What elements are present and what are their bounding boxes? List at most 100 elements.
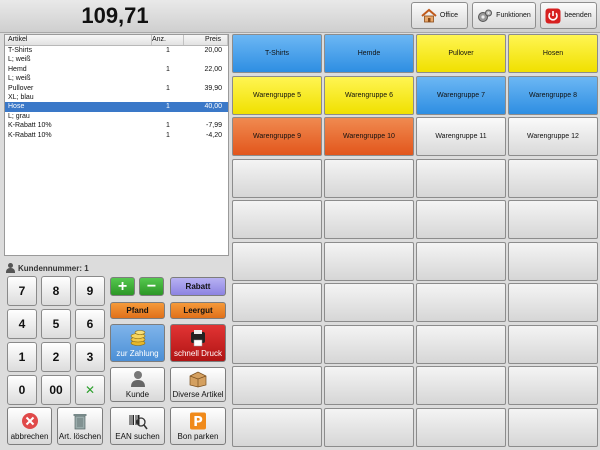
bon-parken-button[interactable]: P Bon parken (170, 407, 226, 445)
empty-tile[interactable] (232, 200, 322, 239)
receipt-row[interactable]: XL; blau (5, 93, 228, 102)
empty-tile[interactable] (508, 324, 598, 364)
key-clear[interactable]: ✕ (75, 375, 105, 405)
receipt-cell-artikel: L; weiß (8, 75, 31, 83)
abbrechen-label: abbrechen (10, 431, 49, 441)
empty-tile[interactable] (324, 200, 414, 239)
key-4[interactable]: 4 (7, 309, 37, 339)
product-group-tile[interactable]: Warengruppe 10 (324, 117, 414, 156)
receipt-row[interactable]: K-Rabatt 10% 1 -7,99 (5, 121, 228, 130)
kunde-button[interactable]: Kunde (110, 367, 165, 402)
receipt-row[interactable]: Hose 1 40,00 (5, 102, 228, 112)
empty-tile[interactable] (324, 324, 414, 364)
zur-zahlung-button[interactable]: zur Zahlung (110, 324, 165, 362)
receipt-cell-preis (184, 93, 228, 102)
empty-tile[interactable] (232, 366, 322, 405)
receipt-cell-preis: 40,00 (204, 103, 222, 111)
beenden-button[interactable]: beenden (540, 2, 597, 29)
empty-tile[interactable] (232, 407, 322, 447)
product-group-tile[interactable]: Hosen (508, 34, 598, 73)
empty-tile[interactable] (232, 158, 322, 198)
empty-tile[interactable] (508, 200, 598, 239)
receipt-cell-artikel: Hose (8, 103, 25, 111)
plus-button[interactable]: + (110, 277, 135, 296)
rabatt-button[interactable]: Rabatt (170, 277, 226, 296)
empty-tile[interactable] (324, 407, 414, 447)
key-1[interactable]: 1 (7, 342, 37, 372)
box-icon (188, 370, 208, 388)
minus-button[interactable]: − (139, 277, 164, 296)
product-group-tile[interactable]: Warengruppe 8 (508, 75, 598, 115)
leergut-button[interactable]: Leergut (170, 302, 226, 319)
customer-label: Kundennummer: 1 (18, 263, 89, 273)
receipt-cell-artikel: K-Rabatt 10% (8, 131, 52, 139)
receipt-row[interactable]: T-Shirts 1 20,00 (5, 46, 228, 55)
receipt-cell-preis (184, 74, 228, 83)
office-button[interactable]: Office (411, 2, 468, 29)
art-loeschen-button[interactable]: Art. löschen (57, 407, 103, 445)
product-group-tile[interactable]: Warengruppe 5 (232, 75, 322, 115)
empty-tile[interactable] (416, 200, 506, 239)
receipt-cell-anz: 1 (166, 131, 170, 139)
product-group-tile[interactable]: Warengruppe 7 (416, 75, 506, 115)
empty-tile[interactable] (416, 241, 506, 281)
empty-tile[interactable] (232, 241, 322, 281)
empty-tile[interactable] (508, 158, 598, 198)
product-group-tile[interactable]: Hemde (324, 34, 414, 73)
key-0[interactable]: 0 (7, 375, 37, 405)
receipt-row[interactable]: Pullover 1 39,90 (5, 84, 228, 93)
empty-tile[interactable] (416, 158, 506, 198)
diverse-artikel-button[interactable]: Diverse Artikel (170, 367, 226, 402)
empty-tile[interactable] (508, 241, 598, 281)
product-group-tile[interactable]: Pullover (416, 34, 506, 73)
receipt-cell-preis (184, 112, 228, 121)
product-group-tile[interactable]: Warengruppe 6 (324, 75, 414, 115)
receipt-total: 109,71 (81, 3, 149, 28)
abbrechen-button[interactable]: abbrechen (7, 407, 52, 445)
product-group-tile[interactable]: Warengruppe 9 (232, 117, 322, 156)
receipt-cell-anz: 1 (166, 122, 170, 130)
receipt-row[interactable]: L; weiß (5, 74, 228, 83)
product-group-tile[interactable]: Warengruppe 11 (416, 117, 506, 156)
receipt-list[interactable]: Artikel Anz. Preis T-Shirts 1 20,00 L; weiß… (4, 34, 229, 256)
ean-suchen-button[interactable]: EAN suchen (110, 407, 165, 445)
receipt-cell-anz: 1 (166, 103, 170, 111)
receipt-cell-artikel: L; weiß (8, 56, 31, 64)
empty-tile[interactable] (508, 366, 598, 405)
receipt-cell-preis: 39,90 (204, 84, 222, 92)
power-icon (545, 8, 561, 24)
receipt-header: Artikel Anz. Preis (5, 35, 228, 46)
empty-tile[interactable] (324, 366, 414, 405)
empty-tile[interactable] (416, 366, 506, 405)
product-group-tile[interactable]: Warengruppe 12 (508, 117, 598, 156)
beenden-label: beenden (564, 12, 592, 19)
empty-tile[interactable] (324, 158, 414, 198)
key-7[interactable]: 7 (7, 276, 37, 306)
empty-tile[interactable] (416, 324, 506, 364)
empty-tile[interactable] (232, 283, 322, 322)
product-group-tile[interactable]: T-Shirts (232, 34, 322, 73)
empty-tile[interactable] (508, 407, 598, 447)
key-00[interactable]: 00 (41, 375, 71, 405)
key-6[interactable]: 6 (75, 309, 105, 339)
empty-tile[interactable] (416, 407, 506, 447)
key-3[interactable]: 3 (75, 342, 105, 372)
empty-tile[interactable] (324, 283, 414, 322)
receipt-row[interactable]: L; weiß (5, 55, 228, 64)
key-2[interactable]: 2 (41, 342, 71, 372)
schnell-druck-button[interactable]: schnell Druck (170, 324, 226, 362)
receipt-row[interactable]: L; grau (5, 112, 228, 121)
empty-tile[interactable] (508, 283, 598, 322)
pfand-button[interactable]: Pfand (110, 302, 165, 319)
receipt-row[interactable]: Hemd 1 22,00 (5, 65, 228, 74)
column-preis: Preis (184, 35, 228, 45)
funktionen-button[interactable]: Funktionen (472, 2, 536, 29)
key-9[interactable]: 9 (75, 276, 105, 306)
empty-tile[interactable] (232, 324, 322, 364)
key-5[interactable]: 5 (41, 309, 71, 339)
receipt-row[interactable]: K-Rabatt 10% 1 -4,20 (5, 131, 228, 140)
receipt-cell-artikel: L; grau (8, 112, 30, 120)
key-8[interactable]: 8 (41, 276, 71, 306)
empty-tile[interactable] (324, 241, 414, 281)
empty-tile[interactable] (416, 283, 506, 322)
